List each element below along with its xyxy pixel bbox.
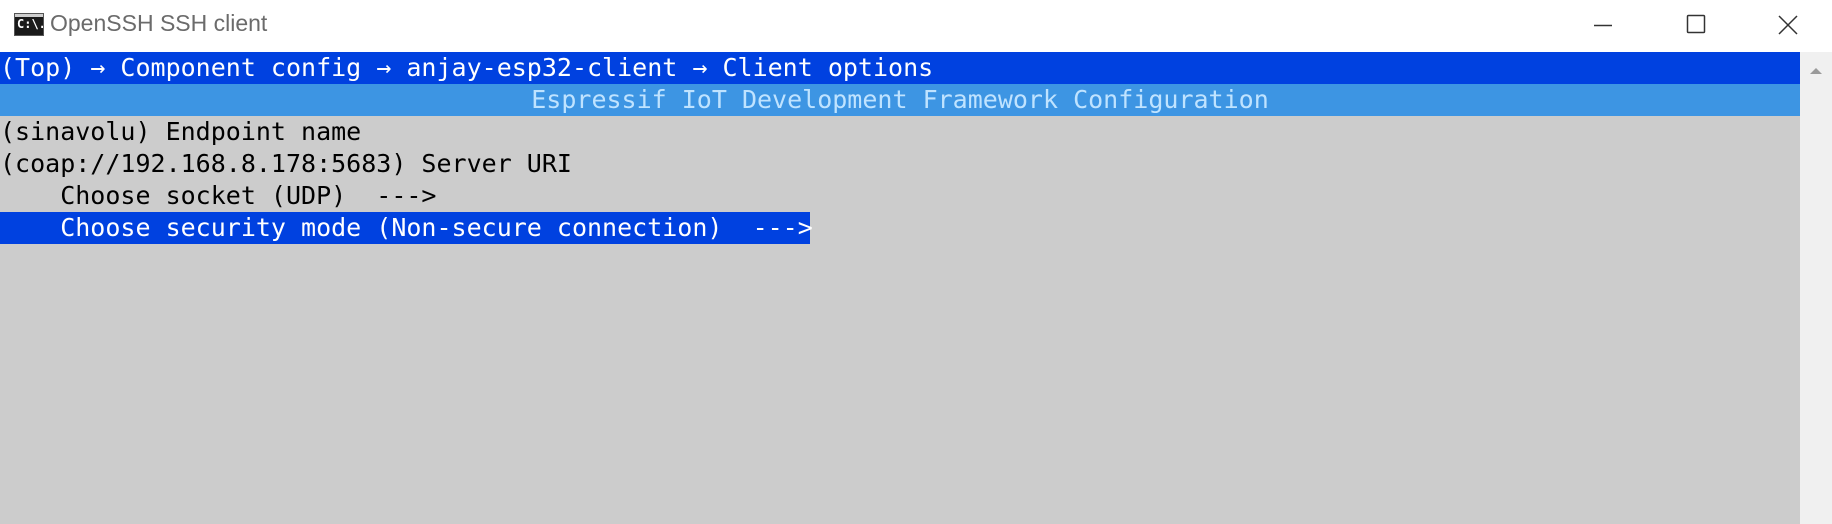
breadcrumb-bar: (Top) → Component config → anjay-esp32-c…	[0, 52, 1800, 84]
maximize-icon	[1686, 14, 1706, 34]
maximize-button[interactable]	[1650, 0, 1742, 52]
menu-item-choose-security-mode[interactable]: Choose security mode (Non-secure connect…	[0, 212, 813, 244]
ssh-client-window: C:\. OpenSSH SSH client (Top) → Componen…	[0, 0, 1832, 524]
menu-item-choose-socket[interactable]: Choose socket (UDP) --->	[0, 180, 436, 212]
menu-item-endpoint-name[interactable]: (sinavolu) Endpoint name	[0, 116, 361, 148]
close-button[interactable]	[1742, 0, 1832, 52]
minimize-button[interactable]	[1558, 0, 1650, 52]
terminal-app-icon: C:\.	[14, 13, 44, 36]
title-bar[interactable]: C:\. OpenSSH SSH client	[0, 0, 1832, 52]
menuconfig-header: Espressif IoT Development Framework Conf…	[0, 84, 1800, 116]
window-title: OpenSSH SSH client	[50, 10, 268, 36]
menu-item-server-uri[interactable]: (coap://192.168.8.178:5683) Server URI	[0, 148, 572, 180]
breadcrumb: (Top) → Component config → anjay-esp32-c…	[0, 53, 934, 82]
close-icon	[1778, 15, 1798, 35]
terminal-area[interactable]: (Top) → Component config → anjay-esp32-c…	[0, 52, 1800, 524]
minimize-icon	[1594, 24, 1612, 27]
scroll-up-arrow-icon[interactable]	[1800, 58, 1832, 80]
vertical-scrollbar[interactable]	[1800, 52, 1832, 524]
page-title: Espressif IoT Development Framework Conf…	[531, 85, 1269, 114]
